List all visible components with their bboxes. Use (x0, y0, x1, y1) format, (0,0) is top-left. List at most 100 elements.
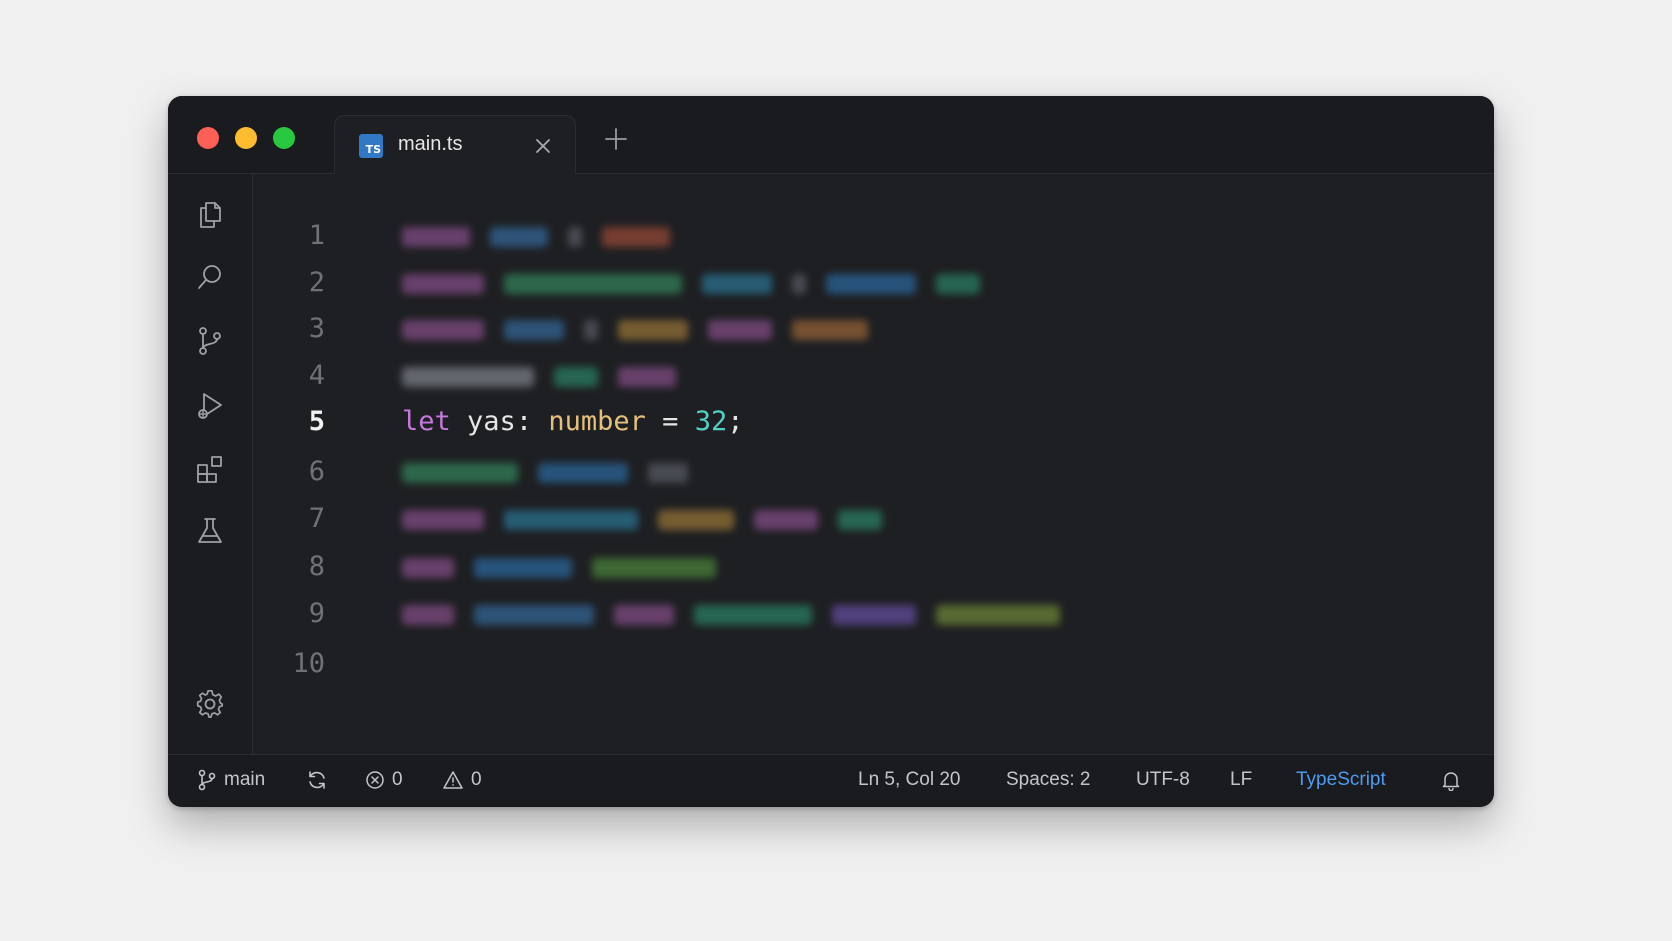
code-token: : (515, 406, 533, 437)
testing-icon[interactable] (194, 515, 226, 547)
code-line[interactable]: 8 (253, 547, 1494, 587)
branch-indicator[interactable]: main (197, 769, 265, 791)
code-line[interactable]: 9 (253, 594, 1494, 634)
encoding[interactable]: UTF-8 (1136, 769, 1190, 791)
line-number: 7 (308, 503, 325, 534)
code-editor[interactable]: 1 2 3 4 5 let yas: number = 32; 6 7 8 9 10 (253, 174, 1494, 754)
language-label: TypeScript (1296, 769, 1386, 790)
sync-icon (309, 771, 325, 789)
blurred-code (402, 216, 690, 256)
blurred-token (402, 366, 534, 387)
code-line[interactable]: 7 (253, 499, 1494, 539)
close-window-button[interactable] (197, 127, 219, 149)
type-token: number (548, 406, 646, 437)
blurred-token (592, 557, 716, 578)
blurred-token (402, 557, 454, 578)
blurred-token (402, 273, 484, 294)
files-icon[interactable] (194, 199, 226, 231)
extensions-icon[interactable] (194, 453, 226, 485)
source-control-icon[interactable] (194, 325, 226, 357)
warnings-indicator[interactable]: 0 (442, 769, 482, 791)
error-icon (366, 771, 384, 789)
blurred-token (708, 319, 772, 340)
status-bar: main 0 0 Ln 5, Col 20 Spaces: 2 UTF-8 LF… (168, 754, 1494, 807)
blurred-token (538, 462, 628, 483)
code-text: let yas: number = 32; (402, 402, 743, 442)
code-line[interactable]: 3 (253, 309, 1494, 349)
blurred-token (936, 604, 1060, 625)
line-number: 10 (292, 648, 325, 679)
keyword-token: let (402, 406, 451, 437)
errors-indicator[interactable]: 0 (365, 769, 403, 791)
blurred-token (792, 273, 806, 294)
blurred-token (936, 273, 980, 294)
minimize-window-button[interactable] (235, 127, 257, 149)
code-token: ; (727, 406, 744, 437)
cursor-position[interactable]: Ln 5, Col 20 (858, 769, 960, 791)
line-number: 1 (308, 220, 325, 251)
settings-gear-icon[interactable] (194, 688, 226, 720)
blurred-token (554, 366, 598, 387)
code-token: yas (467, 406, 516, 437)
code-line[interactable]: 6 (253, 452, 1494, 492)
warnings-count: 0 (471, 769, 482, 790)
blurred-token (648, 462, 688, 483)
editor-window: TS main.ts 1 2 3 4 5 let yas: number = 3… (168, 96, 1494, 807)
line-ending-label: LF (1230, 769, 1253, 790)
code-line[interactable]: 5 let yas: number = 32; (253, 402, 1494, 442)
blurred-token (504, 273, 682, 294)
sync-button[interactable] (306, 769, 328, 791)
number-token: 32 (694, 406, 728, 437)
blurred-token (402, 226, 470, 247)
line-number: 3 (308, 313, 325, 344)
blurred-token (754, 509, 818, 530)
line-number: 6 (308, 456, 325, 487)
line-number: 4 (308, 360, 325, 391)
encoding-label: UTF-8 (1136, 769, 1190, 790)
indentation[interactable]: Spaces: 2 (1006, 769, 1091, 791)
code-line[interactable]: 1 (253, 216, 1494, 256)
code-line[interactable]: 10 (253, 644, 1494, 684)
search-icon[interactable] (194, 261, 226, 293)
blurred-token (504, 509, 638, 530)
line-number: 9 (308, 598, 325, 629)
language-mode[interactable]: TypeScript (1296, 769, 1386, 791)
notifications-button[interactable] (1440, 769, 1462, 791)
activity-bar (168, 174, 253, 754)
blurred-code (402, 594, 1080, 634)
line-ending[interactable]: LF (1230, 769, 1252, 791)
maximize-window-button[interactable] (273, 127, 295, 149)
blurred-token (402, 462, 518, 483)
typescript-file-icon: TS (359, 134, 383, 158)
plus-icon[interactable] (604, 127, 628, 151)
blurred-token (474, 557, 572, 578)
tab-main-ts[interactable]: TS main.ts (334, 115, 576, 175)
errors-count: 0 (392, 769, 403, 790)
title-bar: TS main.ts (168, 96, 1494, 175)
blurred-token (602, 226, 670, 247)
blurred-token (568, 226, 582, 247)
blurred-code (402, 547, 736, 587)
blurred-token (584, 319, 598, 340)
blurred-token (618, 319, 688, 340)
blurred-token (614, 604, 674, 625)
branch-name: main (224, 769, 266, 790)
bell-icon (1442, 772, 1460, 791)
blurred-code (402, 499, 902, 539)
blurred-token (826, 273, 916, 294)
run-debug-icon[interactable] (194, 389, 226, 421)
code-line[interactable]: 2 (253, 263, 1494, 303)
blurred-token (402, 509, 484, 530)
blurred-token (618, 366, 676, 387)
close-icon[interactable] (533, 136, 553, 156)
code-line[interactable]: 4 (253, 356, 1494, 396)
blurred-token (832, 604, 916, 625)
blurred-code (402, 452, 708, 492)
blurred-token (702, 273, 772, 294)
cursor-position-label: Ln 5, Col 20 (858, 769, 961, 790)
indentation-label: Spaces: 2 (1006, 769, 1091, 790)
